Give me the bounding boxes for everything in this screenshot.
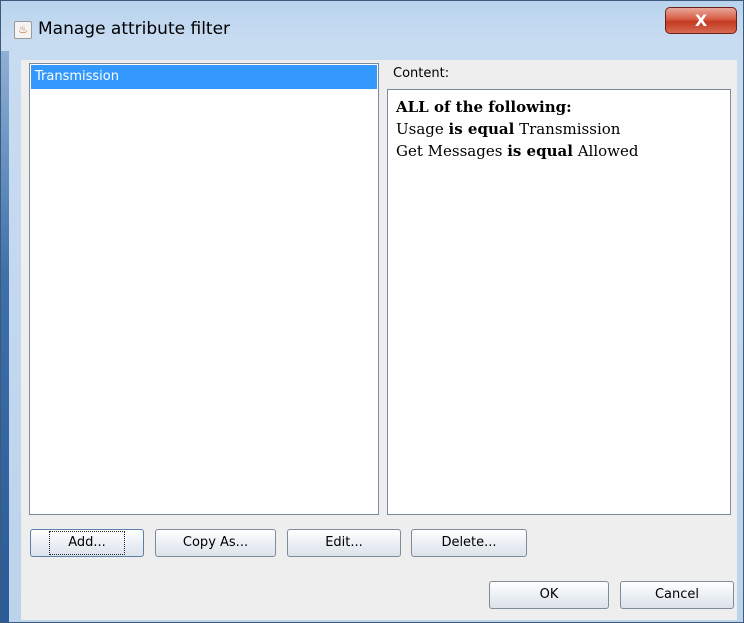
content-panel: ALL of the following: Usage is equal Tra… [387, 89, 731, 515]
copy-as-button[interactable]: Copy As... [155, 529, 276, 557]
rule-operator: is equal [507, 142, 573, 160]
rule-attribute: Usage [396, 120, 444, 138]
ok-button-label: OK [539, 587, 559, 602]
rule-operator: is equal [448, 120, 515, 138]
window-title: Manage attribute filter [38, 19, 231, 39]
rule-attribute: Get Messages [396, 142, 503, 160]
edit-button[interactable]: Edit... [287, 529, 401, 557]
content-label: Content: [393, 66, 450, 81]
cancel-button[interactable]: Cancel [620, 581, 734, 609]
rule-value: Allowed [577, 142, 639, 160]
edit-button-label: Edit... [325, 535, 363, 550]
filter-list[interactable]: Transmission [29, 63, 379, 515]
java-cup-icon: ♨ [14, 21, 32, 39]
copy-as-button-label: Copy As... [182, 535, 249, 550]
ok-button[interactable]: OK [489, 581, 609, 609]
add-button-label: Add... [49, 531, 125, 555]
delete-button[interactable]: Delete... [411, 529, 527, 557]
list-item-transmission[interactable]: Transmission [31, 65, 377, 89]
cancel-button-label: Cancel [654, 587, 700, 602]
content-header: ALL of the following: [396, 98, 572, 116]
content-rule-2: Get Messages is equal Allowed [396, 140, 722, 162]
add-button[interactable]: Add... [30, 529, 144, 557]
title-bar[interactable]: ♨ Manage attribute filter X [1, 1, 743, 51]
window-frame-edge [1, 51, 9, 622]
content-rule-1: Usage is equal Transmission [396, 118, 722, 140]
close-button[interactable]: X [665, 7, 737, 34]
rule-value: Transmission [519, 120, 621, 138]
delete-button-label: Delete... [441, 535, 497, 550]
